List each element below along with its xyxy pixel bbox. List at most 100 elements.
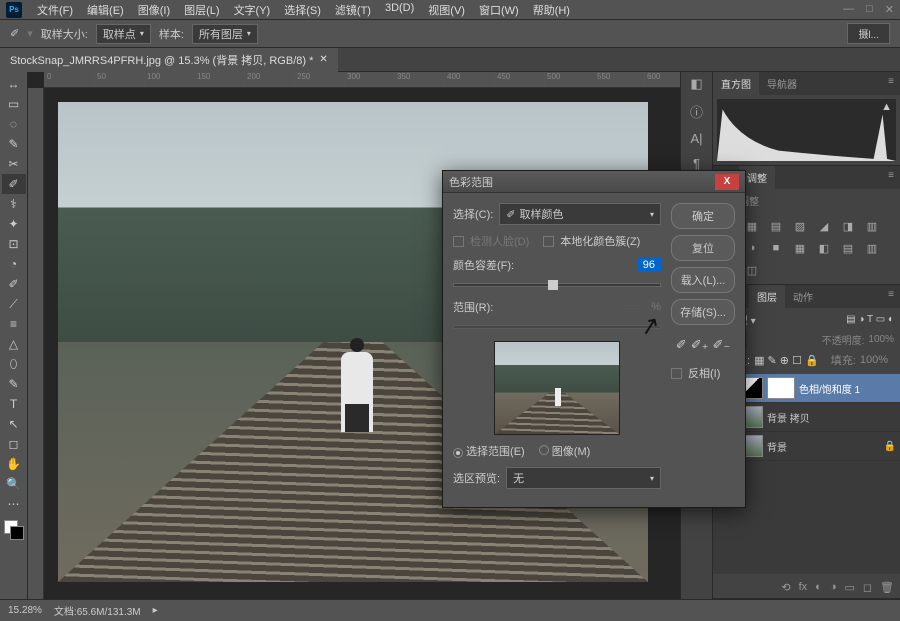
radio-selection[interactable]: 选择范围(E): [453, 443, 525, 459]
tool-button[interactable]: △: [2, 334, 26, 354]
app-logo: Ps: [6, 2, 22, 18]
window-minimize[interactable]: —: [843, 3, 854, 16]
menu-item[interactable]: 编辑(E): [80, 0, 131, 20]
menu-item[interactable]: 3D(D): [378, 0, 421, 20]
eyedropper-minus-icon[interactable]: ✐₋: [712, 337, 730, 353]
tab-histogram[interactable]: 直方图: [713, 72, 759, 95]
document-tab[interactable]: StockSnap_JMRRS4PFRH.jpg @ 15.3% (背景 拷贝,…: [0, 48, 338, 72]
sample-source-select[interactable]: 所有图层: [192, 24, 258, 44]
close-icon[interactable]: ✕: [319, 54, 327, 65]
tool-button[interactable]: ↔: [2, 74, 26, 94]
eyedropper-icon[interactable]: ✐: [676, 337, 687, 353]
tool-button[interactable]: ⚕: [2, 194, 26, 214]
tool-button[interactable]: ✦: [2, 214, 26, 234]
selection-preview-label: 选区预览:: [453, 470, 500, 486]
ok-button[interactable]: 确定: [671, 203, 735, 229]
tool-button[interactable]: ✐: [2, 174, 26, 194]
layer-style-icon[interactable]: fx: [799, 581, 808, 593]
menu-item[interactable]: 图像(I): [131, 0, 177, 20]
selection-preview-dropdown[interactable]: 无: [506, 467, 661, 489]
adjustment-preset-icon[interactable]: ▥: [863, 240, 881, 256]
document-size: 文档:65.6M/131.3M: [54, 603, 141, 618]
fuzziness-label: 颜色容差(F):: [453, 257, 514, 273]
adjustment-preset-icon[interactable]: ◨: [839, 218, 857, 234]
menu-item[interactable]: 帮助(H): [526, 0, 577, 20]
detect-faces-checkbox[interactable]: [453, 236, 464, 247]
sample-size-select[interactable]: 取样点: [96, 24, 151, 44]
lock-icon: 🔒: [884, 441, 896, 452]
adjustment-preset-icon[interactable]: ▨: [791, 218, 809, 234]
menu-item[interactable]: 选择(S): [277, 0, 328, 20]
tool-button[interactable]: ▭: [2, 94, 26, 114]
range-label: 范围(R):: [453, 299, 493, 315]
adjustment-preset-icon[interactable]: ■: [767, 240, 785, 256]
tool-button[interactable]: ≡: [2, 314, 26, 334]
adjustment-preset-icon[interactable]: ▤: [767, 218, 785, 234]
layer-mask-icon[interactable]: ◐: [815, 581, 822, 593]
layer-name: 背景: [767, 439, 787, 454]
invert-checkbox[interactable]: [671, 368, 682, 379]
adjustment-preset-icon[interactable]: ◢: [815, 218, 833, 234]
group-icon[interactable]: ▭: [844, 581, 854, 594]
delete-icon[interactable]: 🗑: [880, 581, 894, 594]
menu-item[interactable]: 视图(V): [421, 0, 472, 20]
tool-button[interactable]: ✐: [2, 274, 26, 294]
adjustment-preset-icon[interactable]: ◧: [815, 240, 833, 256]
preview-thumbnail[interactable]: [494, 341, 620, 435]
tool-button[interactable]: ◻: [2, 434, 26, 454]
save-button[interactable]: 存储(S)...: [671, 299, 735, 325]
adjustment-layer-icon[interactable]: ◑: [830, 581, 837, 593]
tool-button[interactable]: 🔍: [2, 474, 26, 494]
layer-mask-thumbnail[interactable]: [767, 377, 795, 399]
tool-button[interactable]: ⋯: [2, 494, 26, 514]
tool-button[interactable]: ↖: [2, 414, 26, 434]
adjustment-preset-icon[interactable]: ▥: [863, 218, 881, 234]
tab-layers[interactable]: 图层: [749, 285, 785, 308]
tool-button[interactable]: ◔: [2, 254, 26, 274]
link-layers-icon[interactable]: ⟲: [781, 581, 790, 594]
collapsed-panel-icon[interactable]: ⓘ: [690, 102, 703, 121]
warning-icon[interactable]: ▲: [881, 101, 892, 113]
background-color-swatch[interactable]: [10, 526, 24, 540]
panel-menu-icon[interactable]: ≡: [882, 72, 900, 95]
panel-menu-icon[interactable]: ≡: [882, 166, 900, 189]
menu-item[interactable]: 图层(L): [177, 0, 226, 20]
color-range-dialog: 色彩范围 X 选择(C): ✐ 取样颜色 检测人脸(D) 本地化颜色簇(Z) 颜…: [442, 170, 746, 508]
collapsed-panel-icon[interactable]: ¶: [693, 156, 700, 171]
radio-image[interactable]: 图像(M): [539, 443, 591, 459]
fuzziness-slider[interactable]: [453, 283, 661, 287]
tab-actions[interactable]: 动作: [785, 285, 821, 308]
menu-item[interactable]: 滤镜(T): [328, 0, 378, 20]
tool-button[interactable]: ✎: [2, 374, 26, 394]
collapsed-panel-icon[interactable]: A|: [690, 131, 702, 146]
tab-navigator[interactable]: 导航器: [759, 72, 805, 95]
window-maximize[interactable]: □: [866, 3, 873, 16]
tool-button[interactable]: T: [2, 394, 26, 414]
menu-item[interactable]: 文字(Y): [227, 0, 278, 20]
collapsed-panel-icon[interactable]: ◧: [690, 76, 702, 92]
panel-menu-icon[interactable]: ≡: [882, 285, 900, 308]
tool-button[interactable]: ⊡: [2, 234, 26, 254]
optbar-button[interactable]: 摄l...: [847, 23, 890, 44]
tool-button[interactable]: ✎: [2, 134, 26, 154]
tool-button[interactable]: ◌: [2, 114, 26, 134]
tool-button[interactable]: ✋: [2, 454, 26, 474]
select-dropdown[interactable]: ✐ 取样颜色: [499, 203, 661, 225]
menu-item[interactable]: 窗口(W): [472, 0, 526, 20]
fuzziness-value[interactable]: 96: [637, 258, 661, 272]
eyedropper-plus-icon[interactable]: ✐₊: [691, 337, 709, 353]
tool-button[interactable]: ⟋: [2, 294, 26, 314]
cancel-button[interactable]: 复位: [671, 235, 735, 261]
tool-button[interactable]: ✂: [2, 154, 26, 174]
load-button[interactable]: 载入(L)...: [671, 267, 735, 293]
eyedropper-tool-icon[interactable]: ✐: [10, 27, 19, 40]
menu-item[interactable]: 文件(F): [30, 0, 80, 20]
zoom-level[interactable]: 15.28%: [8, 605, 42, 616]
tool-button[interactable]: ⬯: [2, 354, 26, 374]
localized-checkbox[interactable]: [543, 236, 554, 247]
adjustment-preset-icon[interactable]: ▦: [791, 240, 809, 256]
adjustment-preset-icon[interactable]: ▤: [839, 240, 857, 256]
dialog-close-button[interactable]: X: [715, 174, 739, 190]
window-close[interactable]: ✕: [885, 3, 894, 16]
new-layer-icon[interactable]: ◻: [863, 581, 872, 594]
